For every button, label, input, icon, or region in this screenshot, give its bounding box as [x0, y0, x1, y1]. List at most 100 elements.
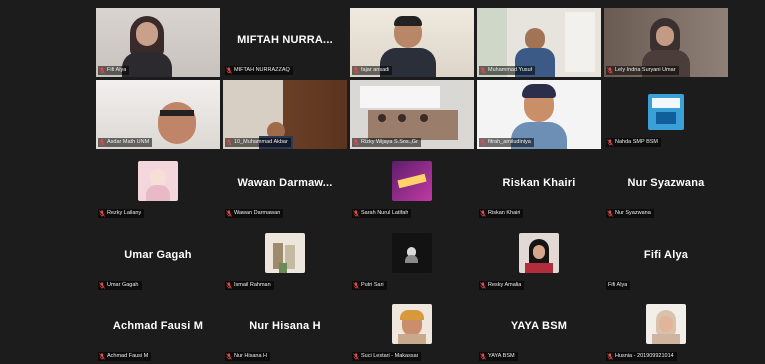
- participant-tile[interactable]: Ismail Rahman: [223, 222, 347, 292]
- mic-muted-icon: [226, 210, 232, 217]
- mic-muted-icon: [607, 138, 613, 146]
- participant-name-label: Nahda SMP BSM: [606, 137, 662, 147]
- participant-avatar: [646, 304, 686, 344]
- participant-name-text: Resky Amalia: [488, 281, 522, 288]
- participant-name-label: Achmad Fausi M: [98, 352, 152, 361]
- participant-display-name: Nur Hisana H: [249, 320, 321, 332]
- participant-name-label: Nur Syazwana: [606, 209, 654, 218]
- participant-name-text: Umar Gagah: [107, 281, 139, 288]
- participant-tile[interactable]: Putri Sari: [350, 222, 474, 292]
- participant-display-name: MIFTAH NURRA...: [237, 34, 333, 46]
- participant-tile[interactable]: Suci Lestari - Makassar: [350, 294, 474, 363]
- mic-muted-icon: [480, 353, 486, 360]
- participant-tile[interactable]: fajar ansadi: [350, 8, 474, 77]
- participant-name-label: Fifi Alya: [606, 280, 631, 290]
- participant-name-text: Rezky Lailany: [107, 210, 142, 216]
- participant-tile[interactable]: Fifi Alya: [96, 8, 220, 77]
- participant-avatar: [392, 304, 432, 344]
- participant-tile[interactable]: Nahda SMP BSM: [604, 79, 728, 149]
- mic-muted-icon: [226, 67, 232, 74]
- mic-muted-icon: [353, 138, 359, 146]
- participant-name-text: 10_Muhammad Akbar: [234, 138, 288, 145]
- participant-tile[interactable]: MIFTAH NURRA... MIFTAH NURRAZZAQ: [223, 8, 347, 77]
- participant-tile[interactable]: Sarah Nurul Latifah: [350, 151, 474, 220]
- participant-name-text: Fifi Alya: [608, 281, 628, 288]
- participant-name-label: MIFTAH NURRAZZAQ: [225, 66, 293, 75]
- mic-muted-icon: [99, 281, 105, 289]
- mic-muted-icon: [353, 281, 359, 289]
- participant-display-name: Riskan Khairi: [502, 177, 576, 189]
- participant-name-label: Asdar Math UNM: [98, 137, 153, 147]
- participant-tile[interactable]: Lely Indria Suryani Umar: [604, 8, 728, 77]
- participant-tile[interactable]: Rezky Lailany: [96, 151, 220, 220]
- participant-tile[interactable]: Umar Gagah Umar Gagah: [96, 222, 220, 292]
- participant-name-label: Fifi Alya: [98, 66, 130, 75]
- participant-avatar: [138, 161, 178, 201]
- participant-name-text: Muhammad Yusuf: [488, 67, 533, 73]
- participant-name-label: Ismail Rahman: [225, 280, 274, 290]
- participant-tile[interactable]: Asdar Math UNM: [96, 79, 220, 149]
- mic-muted-icon: [226, 281, 232, 289]
- mic-muted-icon: [353, 353, 359, 360]
- participant-tile[interactable]: Rizky Wijaya S.Sos.,Gr: [350, 79, 474, 149]
- participant-tile[interactable]: Achmad Fausi M Achmad Fausi M: [96, 294, 220, 363]
- participant-name-text: Nahda SMP BSM: [615, 138, 659, 145]
- mic-muted-icon: [99, 353, 105, 360]
- participant-display-name: YAYA BSM: [510, 320, 568, 332]
- participant-avatar: [519, 232, 559, 273]
- participant-tile[interactable]: 10_Muhammad Akbar: [223, 79, 347, 149]
- mic-muted-icon: [607, 210, 613, 217]
- mic-muted-icon: [480, 67, 486, 74]
- participant-name-text: Sarah Nurul Latifah: [361, 210, 409, 216]
- participant-tile[interactable]: Nur Hisana H Nur Hisana H: [223, 294, 347, 363]
- mic-muted-icon: [226, 353, 232, 360]
- participant-tile[interactable]: Riskan Khairi Riskan Khairi: [477, 151, 601, 220]
- mic-muted-icon: [353, 67, 359, 74]
- participant-name-text: Achmad Fausi M: [107, 353, 149, 359]
- participant-name-text: Rizky Wijaya S.Sos.,Gr: [361, 138, 418, 145]
- participant-name-label: Wawan Darmawan: [225, 209, 284, 218]
- participant-tile[interactable]: fitrah_amiludiniya: [477, 79, 601, 149]
- participant-name-text: Husnia - 201909921014: [615, 353, 674, 359]
- mic-muted-icon: [99, 67, 105, 74]
- participant-name-label: Resky Amalia: [479, 280, 525, 290]
- participant-name-label: Sarah Nurul Latifah: [352, 209, 412, 218]
- participant-display-name: Umar Gagah: [124, 248, 192, 261]
- participant-name-label: YAYA BSM: [479, 352, 518, 361]
- participant-name-label: Umar Gagah: [98, 280, 142, 290]
- mic-muted-icon: [607, 353, 613, 360]
- mic-muted-icon: [226, 138, 232, 146]
- participant-tile[interactable]: Husnia - 201909921014: [604, 294, 728, 363]
- mic-muted-icon: [480, 138, 486, 146]
- mic-muted-icon: [99, 138, 105, 146]
- participant-avatar: [392, 232, 432, 273]
- mic-muted-icon: [99, 210, 105, 217]
- participant-name-label: Rezky Lailany: [98, 209, 145, 218]
- participant-tile[interactable]: YAYA BSM YAYA BSM: [477, 294, 601, 363]
- participant-avatar: [392, 161, 432, 201]
- mic-muted-icon: [480, 281, 486, 289]
- mic-muted-icon: [353, 210, 359, 217]
- participant-name-label: fitrah_amiludiniya: [479, 137, 534, 147]
- participant-name-label: Suci Lestari - Makassar: [352, 352, 422, 361]
- participant-name-text: Putri Sari: [361, 281, 384, 288]
- participant-name-text: Nur Hisana H: [234, 353, 268, 359]
- participant-name-label: Rizky Wijaya S.Sos.,Gr: [352, 137, 421, 147]
- participant-name-text: Riskan Khairi: [488, 210, 521, 216]
- participant-tile[interactable]: Wawan Darmaw... Wawan Darmawan: [223, 151, 347, 220]
- participant-name-label: fajar ansadi: [352, 66, 393, 75]
- participant-tile[interactable]: Fifi Alya Fifi Alya: [604, 222, 728, 292]
- gallery-grid: Fifi Alya MIFTAH NURRA... MIFTAH NURRAZZAQ…: [96, 8, 728, 364]
- participant-name-text: Suci Lestari - Makassar: [361, 353, 419, 359]
- participant-tile[interactable]: Nur Syazwana Nur Syazwana: [604, 151, 728, 220]
- participant-name-text: fajar ansadi: [361, 67, 390, 73]
- participant-tile[interactable]: Muhammad Yusuf: [477, 8, 601, 77]
- participant-name-text: Wawan Darmawan: [234, 210, 281, 216]
- participant-name-label: 10_Muhammad Akbar: [225, 137, 291, 147]
- mic-muted-icon: [607, 67, 613, 74]
- meeting-stage: Fifi Alya MIFTAH NURRA... MIFTAH NURRAZZAQ…: [0, 0, 765, 364]
- participant-display-name: Fifi Alya: [643, 248, 689, 261]
- mic-muted-icon: [480, 210, 486, 217]
- participant-name-text: Fifi Alya: [107, 67, 127, 73]
- participant-tile[interactable]: Resky Amalia: [477, 222, 601, 292]
